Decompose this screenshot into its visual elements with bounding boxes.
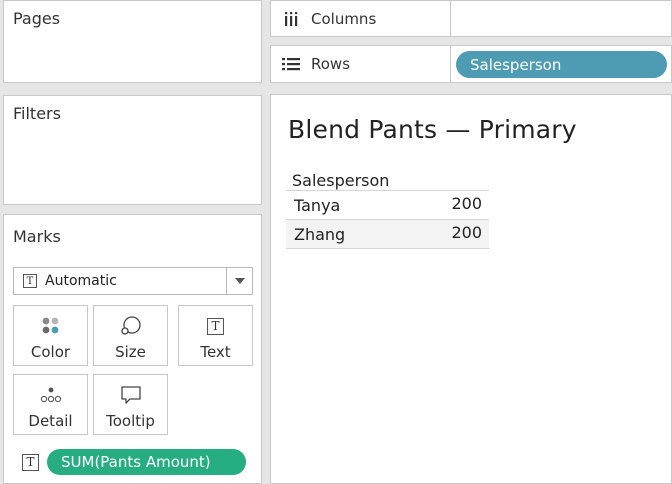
row-value: 200 [451,193,482,213]
size-icon [119,313,143,339]
rows-icon [281,57,301,71]
marks-card: Marks T Automatic Color Size T Text Deta… [3,214,262,484]
marks-title: Marks [13,227,61,246]
mark-type-value: Automatic [45,273,117,289]
data-table: Salesperson Tanya 200 Zhang 200 [286,168,489,249]
pages-card[interactable]: Pages [3,0,262,83]
pages-title: Pages [13,9,61,28]
tooltip-icon [119,382,143,408]
size-label: Size [115,343,146,361]
salesperson-column-header[interactable]: Salesperson [286,168,489,191]
sum-pants-amount-pill[interactable]: SUM(Pants Amount) [47,449,246,475]
text-encoding-icon[interactable]: T [22,453,39,471]
view-area: Blend Pants — Primary Salesperson Tanya … [270,94,672,484]
row-name: Tanya [294,195,341,215]
size-button[interactable]: Size [93,305,168,366]
detail-label: Detail [28,412,73,430]
color-label: Color [30,343,71,361]
color-icon [40,313,62,339]
color-button[interactable]: Color [13,305,88,366]
mark-type-dropdown[interactable]: T Automatic [13,267,253,295]
columns-shelf[interactable]: Columns [270,0,672,37]
view-title: Blend Pants — Primary [288,115,577,144]
table-row[interactable]: Zhang 200 [286,220,489,249]
columns-shelf-label: Columns [271,1,451,36]
rows-shelf-label: Rows [271,46,451,82]
filters-card[interactable]: Filters [3,95,262,205]
tooltip-label: Tooltip [106,412,155,430]
text-button[interactable]: T Text [178,305,253,366]
columns-icon [281,11,301,27]
rows-label: Rows [311,55,351,73]
table-row[interactable]: Tanya 200 [286,191,489,220]
row-value: 200 [451,222,482,242]
detail-icon [39,382,63,408]
text-mark-icon: T [23,274,37,288]
rows-shelf[interactable]: Rows Salesperson [270,45,672,83]
row-name: Zhang [294,224,346,244]
text-label: Text [200,343,231,361]
tooltip-button[interactable]: Tooltip [93,374,168,435]
text-icon: T [207,313,224,339]
detail-button[interactable]: Detail [13,374,88,435]
filters-title: Filters [13,104,61,123]
columns-label: Columns [311,9,377,28]
marks-field: T SUM(Pants Amount) [22,449,246,475]
salesperson-pill[interactable]: Salesperson [456,51,667,78]
chevron-down-icon[interactable] [226,268,252,294]
